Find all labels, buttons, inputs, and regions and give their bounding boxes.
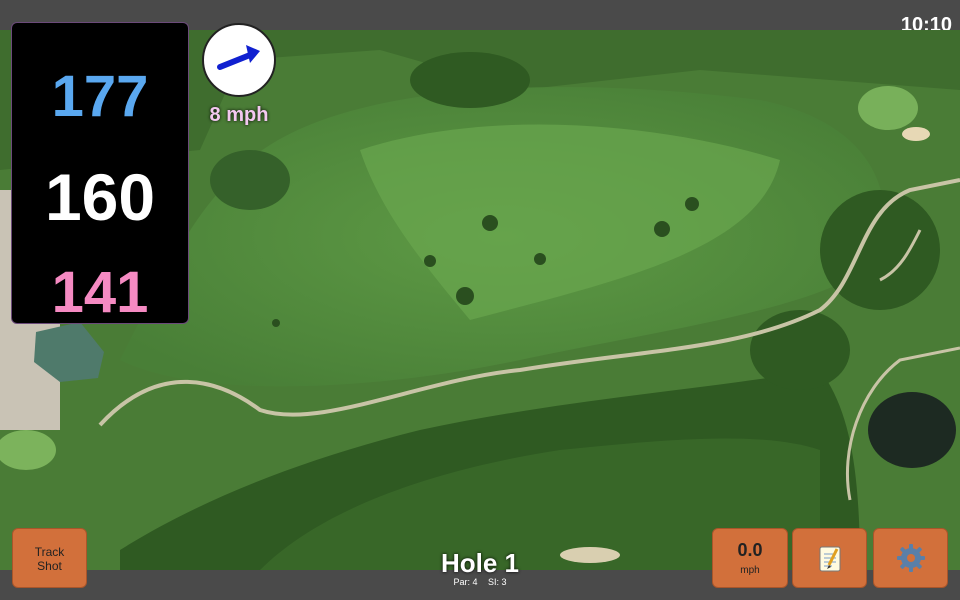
hole-info: Par: 4 SI: 3 [380, 577, 580, 587]
track-shot-button[interactable]: Track Shot [12, 528, 87, 588]
hole-stroke-index: SI: 3 [488, 577, 507, 587]
settings-button[interactable] [873, 528, 948, 588]
notes-button[interactable] [792, 528, 867, 588]
speed-unit: mph [740, 565, 760, 576]
notepad-icon [819, 546, 840, 572]
wind-direction-indicator [202, 23, 276, 97]
hole-par: Par: 4 [453, 577, 478, 587]
wind-speed: 8 mph [209, 104, 269, 126]
speed-button[interactable]: 0.0 mph [712, 528, 788, 588]
center-distance: 160 [44, 160, 156, 234]
track-shot-label-line1: Track [34, 545, 65, 559]
distance-panel: 177 160 141 [11, 22, 189, 325]
track-shot-label-line2: Shot [37, 559, 62, 573]
gear-icon [896, 544, 925, 572]
arrow-icon [217, 45, 260, 70]
hole-title: Hole 1 [440, 548, 520, 578]
back-distance: 177 [51, 64, 149, 129]
speed-value: 0.0 [737, 540, 763, 560]
front-distance: 141 [51, 260, 149, 325]
